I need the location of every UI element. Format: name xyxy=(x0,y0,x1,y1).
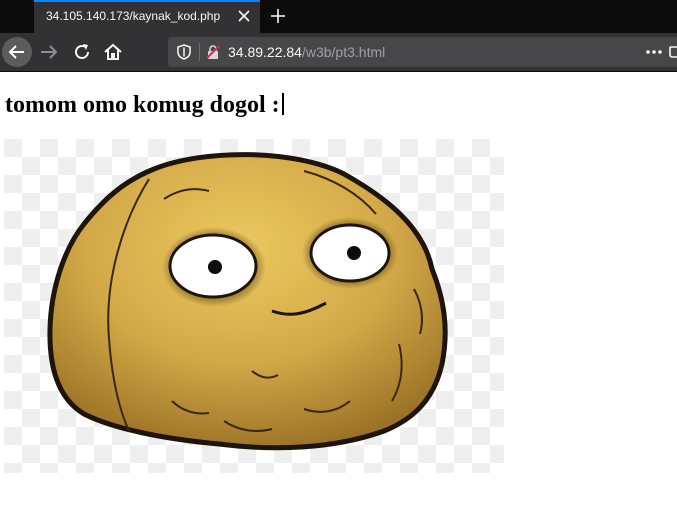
back-button[interactable] xyxy=(2,37,32,67)
navigation-toolbar: 34.89.22.84/w3b/pt3.html xyxy=(0,33,677,72)
url-path: /w3b/pt3.html xyxy=(301,44,386,60)
text-caret xyxy=(281,93,284,115)
url-text[interactable]: 34.89.22.84/w3b/pt3.html xyxy=(228,44,385,60)
walnut-character-image xyxy=(4,139,504,473)
tab-accent-line xyxy=(34,0,260,2)
more-actions-icon[interactable] xyxy=(644,43,664,61)
forward-arrow-icon[interactable] xyxy=(38,41,60,63)
pocket-icon[interactable] xyxy=(668,43,677,61)
tab-active[interactable]: 34.105.140.173/kaynak_kod.php xyxy=(34,0,260,33)
home-icon[interactable] xyxy=(102,41,124,63)
heading-text: tomom omo komug dogol : xyxy=(5,92,280,118)
url-host: 34.89.22.84 xyxy=(228,44,302,60)
insecure-lock-icon[interactable] xyxy=(205,44,221,60)
urlbar-divider xyxy=(199,43,200,61)
back-arrow-icon xyxy=(8,45,24,59)
tracking-shield-icon[interactable] xyxy=(176,44,192,60)
close-icon[interactable] xyxy=(235,7,253,25)
plus-icon[interactable] xyxy=(268,6,288,26)
url-bar[interactable]: 34.89.22.84/w3b/pt3.html xyxy=(168,37,677,67)
page-heading: tomom omo komug dogol : xyxy=(5,92,284,119)
tab-bar: 34.105.140.173/kaynak_kod.php xyxy=(0,0,677,33)
reload-icon[interactable] xyxy=(71,41,93,63)
tab-title: 34.105.140.173/kaynak_kod.php xyxy=(46,9,221,23)
